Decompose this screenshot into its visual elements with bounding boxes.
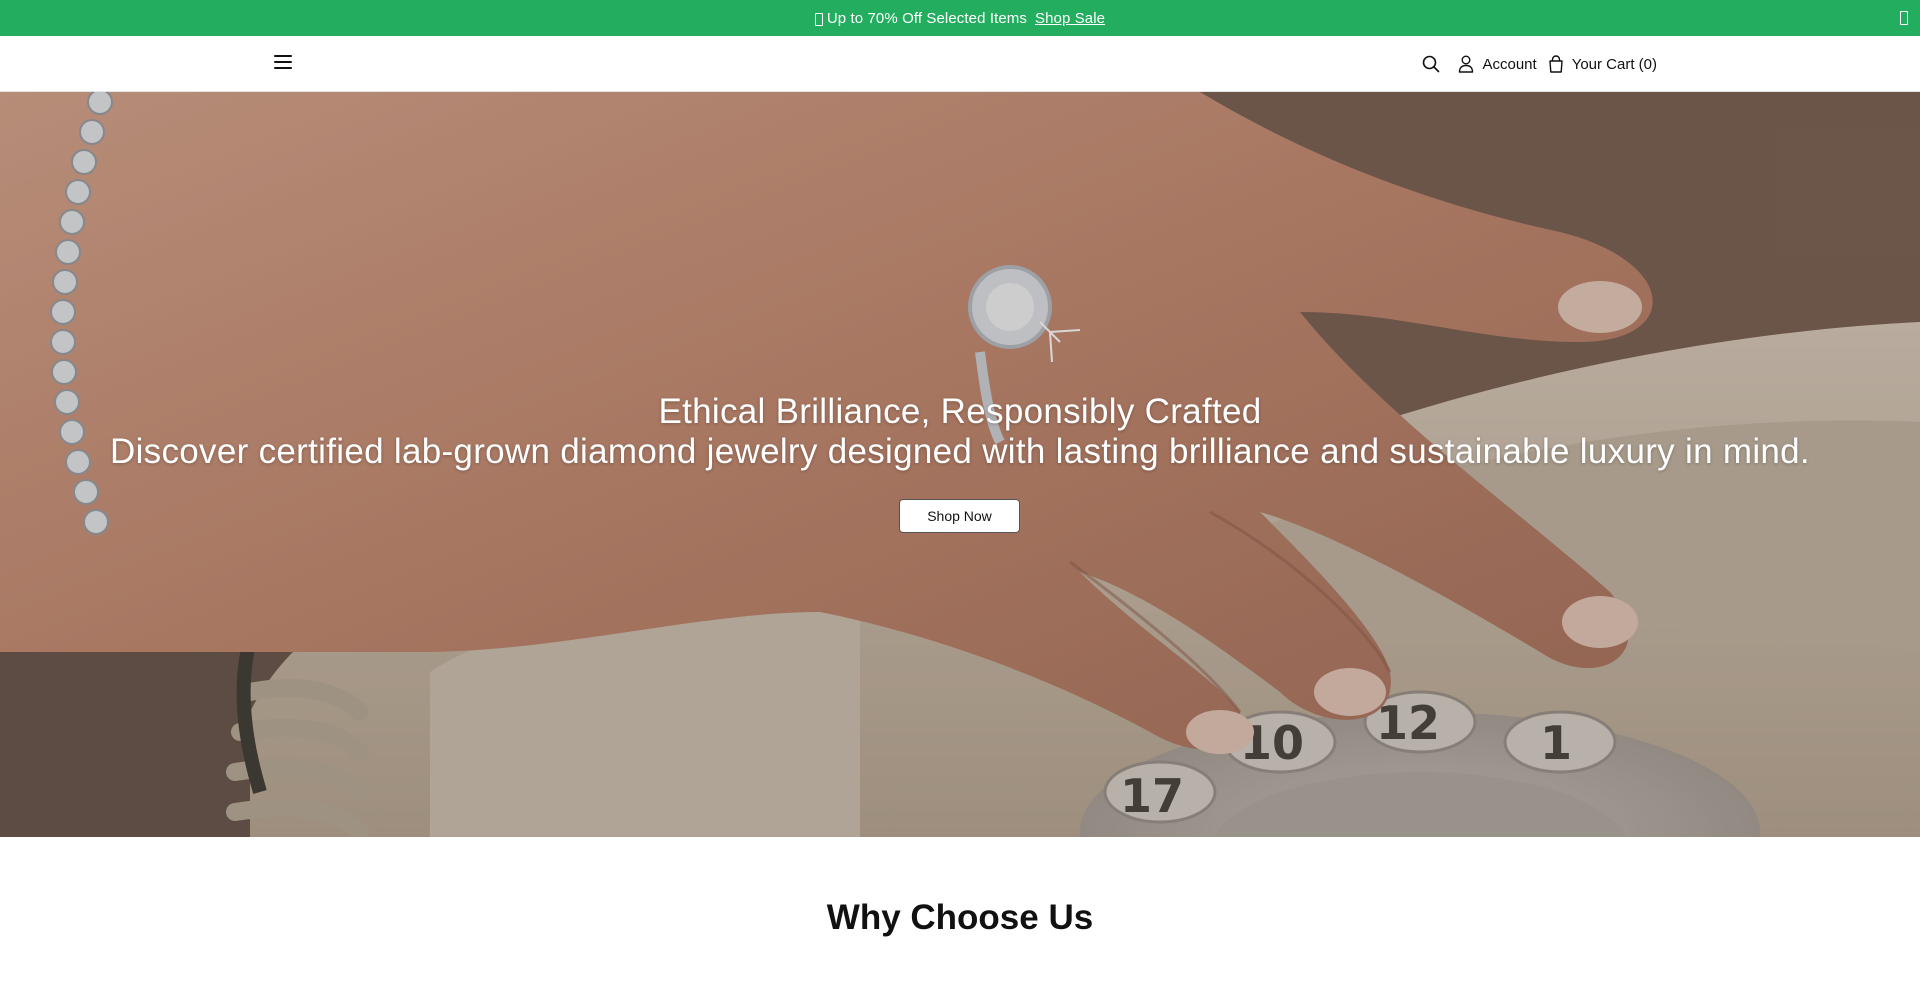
search-icon bbox=[1423, 55, 1440, 73]
site-header: Account Your Cart (0) bbox=[0, 36, 1920, 92]
header-actions: Account Your Cart (0) bbox=[1422, 36, 1657, 92]
search-button[interactable] bbox=[1422, 55, 1458, 73]
cart-button[interactable]: Your Cart (0) bbox=[1548, 55, 1657, 73]
account-icon bbox=[1459, 55, 1474, 73]
why-choose-us-heading: Why Choose Us bbox=[826, 898, 1094, 937]
account-button[interactable]: Account bbox=[1458, 55, 1547, 73]
announcement-bar: Up to 70% Off Selected Items Shop Sale bbox=[0, 0, 1920, 36]
close-icon[interactable] bbox=[1900, 11, 1908, 25]
account-label: Account bbox=[1482, 55, 1537, 73]
menu-icon[interactable] bbox=[274, 55, 294, 73]
gift-icon bbox=[814, 12, 823, 26]
hero-subtitle: Discover certified lab-grown diamond jew… bbox=[110, 432, 1810, 471]
cart-label: Your Cart (0) bbox=[1571, 55, 1657, 73]
hero-banner: 10 12 1 17 Ethical Brilliance, Responsib… bbox=[0, 92, 1920, 837]
announcement-message: Up to 70% Off Selected Items bbox=[826, 9, 1027, 27]
shop-sale-link[interactable]: Shop Sale bbox=[1035, 10, 1105, 27]
cart-icon bbox=[1548, 55, 1563, 73]
shop-now-button[interactable]: Shop Now bbox=[899, 499, 1020, 533]
hero-title: Ethical Brilliance, Responsibly Crafted bbox=[658, 392, 1262, 431]
